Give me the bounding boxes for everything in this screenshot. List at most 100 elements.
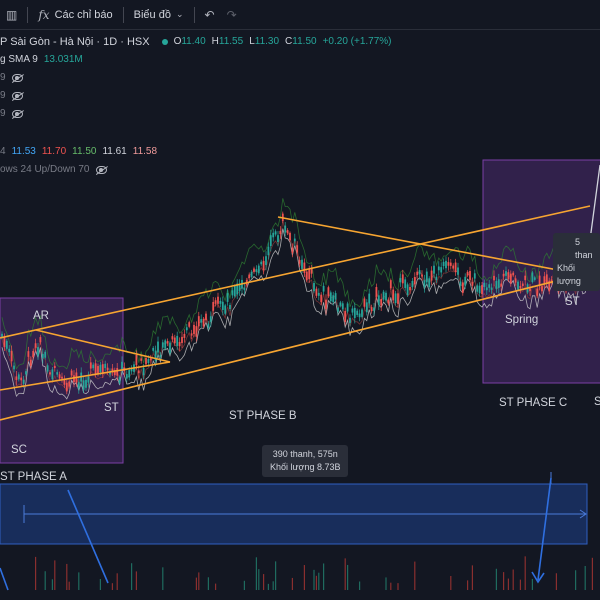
indicator-row-1[interactable]: 9 (0, 69, 392, 87)
candle-body (253, 268, 255, 272)
chevron-down-icon: ⌄ (175, 9, 184, 19)
candle-body (219, 300, 222, 304)
eye-hidden-icon[interactable] (11, 74, 23, 82)
candle-body (99, 364, 102, 373)
volume-bar (195, 577, 197, 590)
candle-body (176, 335, 179, 346)
candle-body (471, 282, 474, 286)
candle-body (454, 262, 457, 273)
candle-body (466, 271, 469, 276)
candle-body (5, 340, 8, 349)
label-s-right[interactable]: S (594, 396, 600, 408)
candle-body (61, 376, 63, 379)
label-spring[interactable]: Spring (505, 314, 538, 326)
volume-bar (291, 577, 293, 590)
label-phase-b[interactable]: ST PHASE B (229, 410, 297, 422)
candle-body (166, 341, 169, 344)
ohlc-o: O11.40 (174, 33, 206, 51)
eye-hidden-icon[interactable] (11, 110, 23, 118)
candle-body (313, 283, 315, 292)
h-label: H (211, 36, 219, 47)
chart-legend: P Sài Gòn - Hà Nội · 1D · HSX O11.40 H11… (0, 33, 392, 179)
candle-body (233, 285, 236, 297)
candle-body (387, 299, 390, 304)
volume-bar (198, 572, 200, 590)
candle-body (341, 303, 344, 310)
candle-body (356, 310, 359, 315)
candle-body (279, 230, 282, 235)
candle-body (428, 278, 431, 288)
chart-type-button[interactable]: ▥ (0, 0, 23, 30)
candle-body (145, 357, 147, 365)
volume-bar (99, 579, 101, 590)
volume-bar (51, 579, 53, 590)
volume-bar (575, 570, 577, 590)
candle-body (118, 377, 121, 383)
candle-body (401, 274, 404, 284)
toolbar-divider (122, 6, 124, 23)
eye-hidden-icon[interactable] (95, 166, 107, 174)
candle-body (433, 265, 435, 274)
templates-button[interactable]: Biểu đồ ⌄ (128, 0, 190, 30)
arrow-line-far-left[interactable] (0, 567, 9, 591)
candle-body (320, 294, 323, 303)
candle-body (382, 291, 385, 300)
symbol-row[interactable]: P Sài Gòn - Hà Nội · 1D · HSX O11.40 H11… (0, 33, 392, 51)
candle-body (200, 319, 203, 323)
label-phase-c[interactable]: ST PHASE C (499, 397, 567, 409)
candle-body (353, 307, 356, 319)
sma-row[interactable]: g SMA 9 13.031M (0, 51, 392, 69)
candle-body (82, 380, 85, 390)
candle-body (413, 277, 416, 285)
candle-body (423, 280, 426, 288)
candle-body (459, 281, 462, 286)
label-sc[interactable]: SC (11, 444, 27, 456)
candle-body (346, 303, 349, 312)
label-ar[interactable]: AR (33, 310, 49, 322)
undo-button[interactable]: ↶ (199, 0, 221, 30)
candle-body (10, 350, 13, 362)
volume-bar (524, 556, 526, 590)
candle-body (183, 333, 186, 338)
volume-bar (555, 573, 557, 590)
label-st-phase-c[interactable]: ST (565, 296, 580, 308)
candle-body (349, 317, 351, 323)
candle-body (202, 318, 205, 327)
candle-body (53, 365, 56, 369)
candle-body (389, 280, 392, 289)
candle-body (34, 343, 37, 348)
candle-body (293, 238, 296, 242)
ohlc-c: C11.50 (285, 33, 317, 51)
label-st-phase-a[interactable]: ST (104, 402, 119, 414)
volume-bar (78, 572, 80, 590)
ichimoku-row[interactable]: 4 11.53 11.70 11.50 11.61 11.58 (0, 143, 392, 161)
candle-body (116, 368, 119, 376)
candle-body (519, 285, 522, 289)
indicator-row-2[interactable]: 9 (0, 87, 392, 105)
indicators-button[interactable]: 𝑓x Các chỉ báo (32, 0, 118, 30)
range-tooltip-volume: Khối lượng 8.73B (270, 462, 341, 472)
indicator-row-3[interactable]: 9 (0, 105, 392, 123)
eye-hidden-icon[interactable] (11, 92, 23, 100)
volume-bar (347, 564, 349, 590)
candle-body (298, 260, 301, 264)
volume-bar (467, 580, 469, 590)
rows-updown-row[interactable]: ows 24 Up/Down 70 (0, 161, 392, 179)
label-phase-a[interactable]: ST PHASE A (0, 471, 67, 483)
candle-body (286, 230, 289, 234)
candle-body (375, 287, 378, 297)
candle-body (301, 259, 303, 269)
candle-body (32, 350, 35, 357)
candle-body (404, 279, 407, 289)
candle-body (322, 285, 325, 292)
candle-body (92, 364, 95, 369)
candle-body (529, 288, 531, 292)
c-value: 11.50 (292, 36, 317, 47)
ichimoku-prefix: 4 (0, 146, 6, 157)
indicator-row-prefix: 9 (0, 72, 6, 83)
sma-value: 13.031M (43, 54, 83, 65)
candle-body (509, 273, 512, 284)
candle-body (481, 285, 483, 295)
volume-bar (162, 567, 164, 590)
redo-button[interactable]: ↷ (221, 0, 243, 30)
